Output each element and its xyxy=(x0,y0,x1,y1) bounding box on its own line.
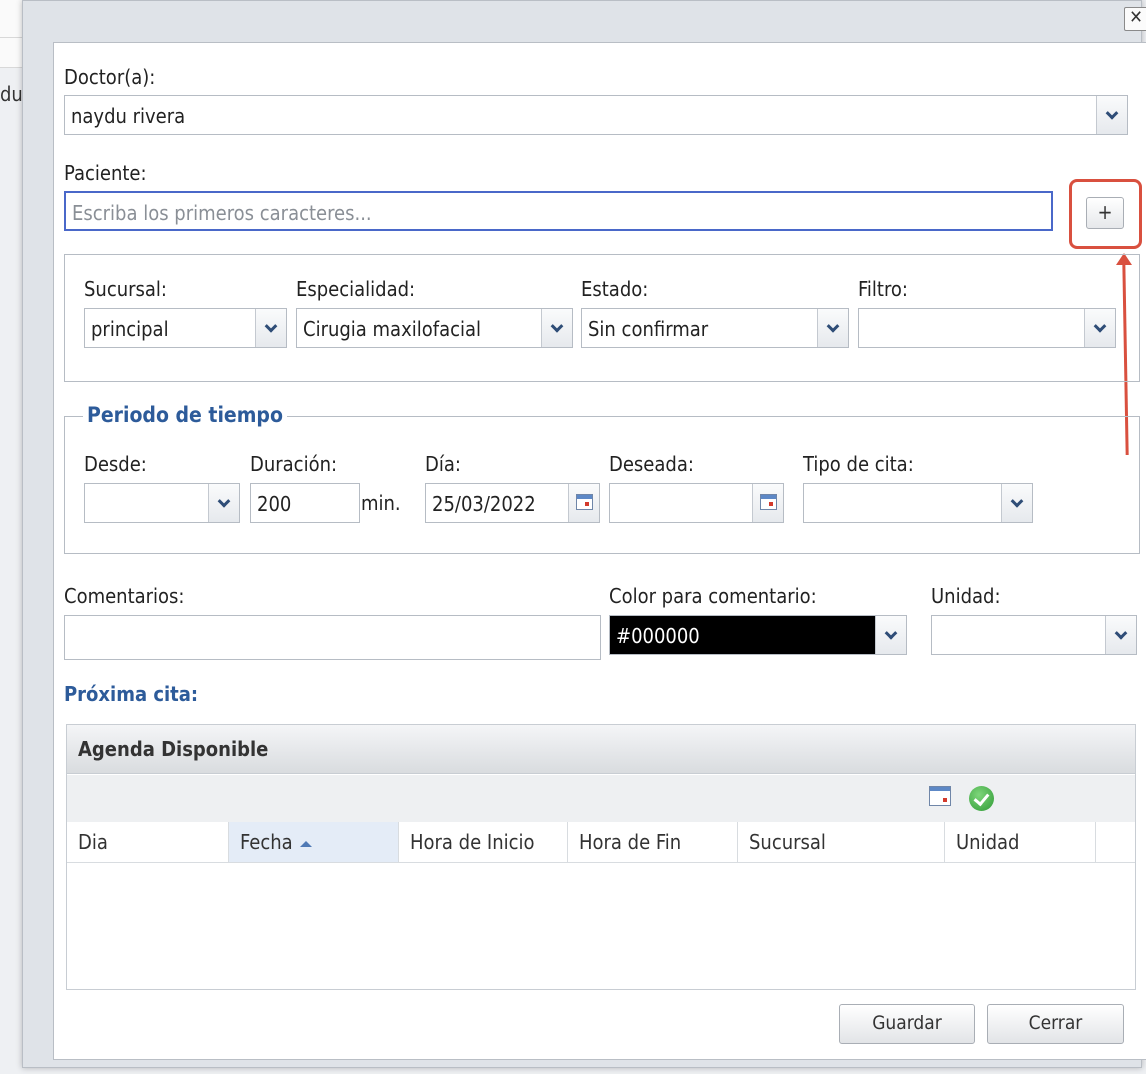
chevron-down-icon xyxy=(1010,494,1024,508)
color-comentario-label: Color para comentario: xyxy=(609,584,817,608)
filters-panel: Sucursal: principal Especialidad: Cirugi… xyxy=(64,254,1140,382)
dialog-body: Doctor(a): naydu rivera Paciente: Escrib… xyxy=(53,42,1146,1060)
agenda-title: Agenda Disponible xyxy=(78,737,269,761)
color-dropdown-trigger[interactable] xyxy=(875,616,906,654)
sucursal-value: principal xyxy=(91,317,169,341)
chevron-down-icon xyxy=(217,494,231,508)
dia-value: 25/03/2022 xyxy=(432,492,536,516)
deseada-date-field[interactable] xyxy=(609,483,784,523)
calendar-icon[interactable] xyxy=(929,786,951,806)
desde-dropdown-trigger[interactable] xyxy=(208,484,239,522)
chevron-down-icon xyxy=(264,319,278,333)
deseada-date-trigger[interactable] xyxy=(752,484,783,522)
tipo-cita-dropdown-trigger[interactable] xyxy=(1001,484,1032,522)
estado-value: Sin confirmar xyxy=(588,317,709,341)
guardar-button[interactable]: Guardar xyxy=(839,1004,975,1044)
duracion-unit: min. xyxy=(361,491,401,515)
agenda-grid: Agenda Disponible Dia Fecha Hora de Inic… xyxy=(66,724,1136,990)
unidad-label: Unidad: xyxy=(931,584,1001,608)
filtro-dropdown-trigger[interactable] xyxy=(1084,309,1115,347)
especialidad-label: Especialidad: xyxy=(296,277,416,301)
sucursal-select[interactable]: principal xyxy=(84,308,287,348)
cerrar-button[interactable]: Cerrar xyxy=(987,1004,1124,1044)
chevron-down-icon xyxy=(550,319,564,333)
filtro-select[interactable] xyxy=(858,308,1116,348)
especialidad-select[interactable]: Cirugia maxilofacial xyxy=(296,308,573,348)
comentarios-label: Comentarios: xyxy=(64,584,185,608)
doctor-label: Doctor(a): xyxy=(64,65,156,89)
doctor-select[interactable]: naydu rivera xyxy=(64,95,1128,135)
background-text: du xyxy=(0,82,23,106)
tipo-cita-select[interactable] xyxy=(803,483,1033,523)
dia-date-trigger[interactable] xyxy=(568,484,599,522)
doctor-value: naydu rivera xyxy=(71,104,186,128)
periodo-legend: Periodo de tiempo xyxy=(83,403,287,427)
column-header-label: Unidad xyxy=(956,830,1020,854)
agenda-toolbar xyxy=(67,775,1135,822)
agenda-column-headers: Dia Fecha Hora de Inicio Hora de Fin Suc… xyxy=(67,822,1135,863)
estado-dropdown-trigger[interactable] xyxy=(817,309,848,347)
sucursal-label: Sucursal: xyxy=(84,277,167,301)
especialidad-value: Cirugia maxilofacial xyxy=(303,317,482,341)
chevron-down-icon xyxy=(884,626,898,640)
sort-ascending-icon xyxy=(299,840,312,847)
paciente-placeholder: Escriba los primeros caracteres... xyxy=(72,201,372,225)
agenda-grid-header: Agenda Disponible xyxy=(67,725,1135,774)
column-header-label: Dia xyxy=(78,830,108,854)
doctor-dropdown-trigger[interactable] xyxy=(1096,96,1127,134)
dia-label: Día: xyxy=(425,452,461,476)
column-header-hora-inicio[interactable]: Hora de Inicio xyxy=(399,822,568,862)
duracion-value: 200 xyxy=(257,492,292,516)
column-header-unidad[interactable]: Unidad xyxy=(945,822,1096,862)
calendar-icon xyxy=(576,494,593,510)
paciente-label: Paciente: xyxy=(64,161,147,185)
appointment-dialog: ✕ Doctor(a): naydu rivera Paciente: Escr… xyxy=(22,0,1146,1068)
calendar-icon xyxy=(760,494,777,510)
deseada-label: Deseada: xyxy=(609,452,694,476)
column-header-fecha[interactable]: Fecha xyxy=(229,822,399,862)
duracion-label: Duración: xyxy=(250,452,338,476)
estado-select[interactable]: Sin confirmar xyxy=(581,308,849,348)
close-icon[interactable]: ✕ xyxy=(1124,7,1146,31)
paciente-search-input[interactable]: Escriba los primeros caracteres... xyxy=(64,191,1053,231)
duracion-input[interactable]: 200 xyxy=(250,483,360,523)
periodo-fieldset: Periodo de tiempo Desde: Duración: 200 m… xyxy=(64,403,1140,554)
chevron-down-icon xyxy=(826,319,840,333)
check-icon[interactable] xyxy=(969,786,994,811)
column-header-dia[interactable]: Dia xyxy=(67,822,229,862)
chevron-down-icon xyxy=(1114,626,1128,640)
chevron-down-icon xyxy=(1105,106,1119,120)
column-header-label: Hora de Fin xyxy=(579,830,682,854)
dia-date-field[interactable]: 25/03/2022 xyxy=(425,483,600,523)
column-header-label: Sucursal xyxy=(749,830,826,854)
column-header-label: Hora de Inicio xyxy=(410,830,535,854)
column-header-label: Fecha xyxy=(240,830,293,854)
desde-label: Desde: xyxy=(84,452,147,476)
column-header-hora-fin[interactable]: Hora de Fin xyxy=(568,822,738,862)
color-comentario-select[interactable]: #000000 xyxy=(609,615,907,655)
unidad-dropdown-trigger[interactable] xyxy=(1105,616,1136,654)
sucursal-dropdown-trigger[interactable] xyxy=(255,309,286,347)
filtro-label: Filtro: xyxy=(858,277,908,301)
color-comentario-value: #000000 xyxy=(610,616,876,654)
desde-select[interactable] xyxy=(84,483,240,523)
proxima-cita-title: Próxima cita: xyxy=(64,682,199,706)
estado-label: Estado: xyxy=(581,277,649,301)
column-header-sucursal[interactable]: Sucursal xyxy=(738,822,945,862)
tipo-cita-label: Tipo de cita: xyxy=(803,452,914,476)
especialidad-dropdown-trigger[interactable] xyxy=(541,309,572,347)
annotation-highlight-box xyxy=(1069,179,1142,249)
chevron-down-icon xyxy=(1093,319,1107,333)
unidad-select[interactable] xyxy=(931,615,1137,655)
comentarios-input[interactable] xyxy=(64,615,601,660)
